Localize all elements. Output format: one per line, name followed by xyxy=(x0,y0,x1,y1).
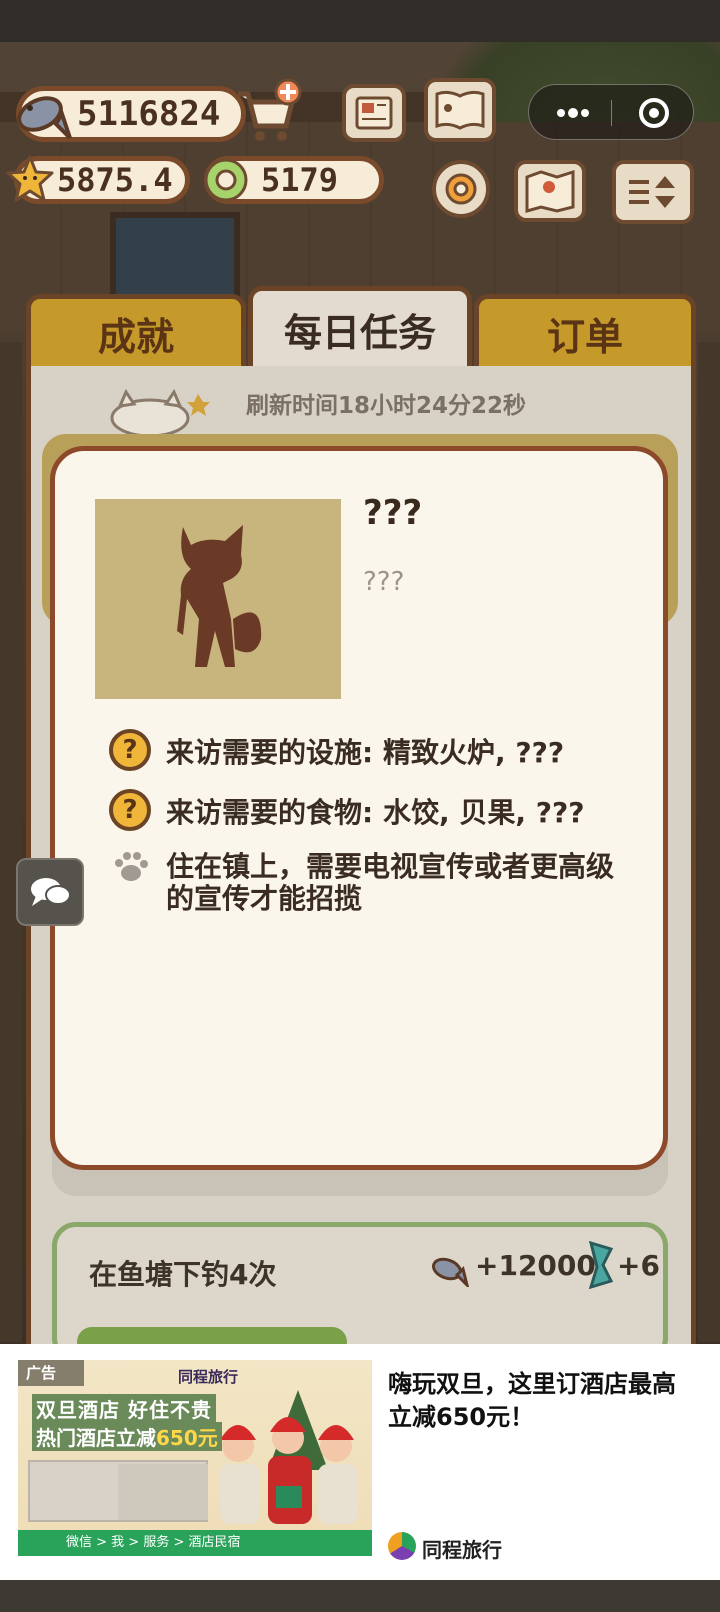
gem-reward-amount: +6 xyxy=(617,1249,660,1282)
food-requirement-text: 来访需要的食物: 水饺, 贝果, ??? xyxy=(166,796,585,829)
gem-reward-icon xyxy=(588,1241,614,1289)
fox-silhouette-icon xyxy=(177,525,262,667)
chat-button[interactable] xyxy=(16,858,84,926)
chat-bubbles-icon xyxy=(31,878,71,906)
shop-cart-button[interactable] xyxy=(232,76,302,146)
cat-handbook-button[interactable] xyxy=(424,78,496,142)
task-card[interactable]: 在鱼塘下钓4次 +12000 +6 xyxy=(52,1222,668,1362)
fish-reward-icon xyxy=(431,1257,469,1287)
fish-count: 5116824 xyxy=(77,94,221,134)
refresh-timer-row: 刷新时间18小时24分22秒 xyxy=(100,382,600,438)
tab-orders[interactable]: 订单 xyxy=(474,294,696,368)
task-title: 在鱼塘下钓4次 xyxy=(89,1258,277,1291)
star-count: 5875.4 xyxy=(57,161,173,199)
ring-count: 5179 xyxy=(261,161,339,199)
sort-icon xyxy=(629,176,675,208)
ad-hotel-room-image-2 xyxy=(118,1464,208,1520)
more-icon[interactable] xyxy=(551,95,595,131)
ad-banner[interactable]: 广告 同程旅行 双旦酒店 好住不贵 热门酒店立减650元 微信 > 我 > 服务… xyxy=(0,1344,720,1580)
advertiser-logo-icon xyxy=(388,1532,416,1560)
visitor-portrait xyxy=(95,499,341,699)
ad-headline-2: 热门酒店立减650元 xyxy=(32,1422,222,1451)
map-icon xyxy=(525,169,575,213)
visitor-subtitle: ??? xyxy=(363,567,405,597)
settings-button[interactable] xyxy=(432,160,490,218)
sort-panel-button[interactable] xyxy=(612,160,694,224)
ad-headline-1: 双旦酒店 好住不贵 xyxy=(32,1394,216,1423)
tab-achievements[interactable]: 成就 xyxy=(26,294,246,368)
ad-headline-2-prefix: 热门酒店立减 xyxy=(36,1426,156,1450)
paw-icon xyxy=(115,852,148,881)
lifebuoy-icon xyxy=(204,158,248,202)
ad-path-bar: 微信 > 我 > 服务 > 酒店民宿 xyxy=(18,1530,372,1556)
advertiser-name[interactable]: 同程旅行 xyxy=(422,1534,502,1563)
ad-label[interactable]: 广告 xyxy=(18,1360,84,1386)
ad-title[interactable]: 嗨玩双旦，这里订酒店最高立减650元！ xyxy=(388,1368,698,1434)
miniprogram-capsule xyxy=(528,84,694,140)
sleeping-cat-icon xyxy=(110,388,210,438)
visitor-name: ??? xyxy=(363,493,423,533)
ad-family-photo xyxy=(220,1390,358,1524)
newspaper-icon xyxy=(355,96,393,130)
star-icon xyxy=(6,155,54,202)
map-button[interactable] xyxy=(514,160,586,222)
panel-tabs: 成就 每日任务 订单 xyxy=(26,286,696,368)
ad-headline-2-amount: 650元 xyxy=(156,1426,218,1450)
ad-image[interactable]: 广告 同程旅行 双旦酒店 好住不贵 热门酒店立减650元 微信 > 我 > 服务… xyxy=(18,1360,372,1556)
capsule-divider xyxy=(611,100,612,126)
close-miniprogram-icon[interactable] xyxy=(632,95,676,131)
newspaper-button[interactable] xyxy=(342,84,406,142)
tab-daily-tasks[interactable]: 每日任务 xyxy=(248,286,472,368)
gear-icon xyxy=(445,173,477,205)
refresh-timer-text: 刷新时间18小时24分22秒 xyxy=(246,393,527,419)
question-badge-icon: ? xyxy=(109,729,151,771)
ad-brand-small: 同程旅行 xyxy=(178,1368,239,1386)
recruit-note: 住在镇上，需要电视宣传或者更高级的宣传才能招揽 xyxy=(166,850,615,915)
bottom-strip xyxy=(0,1580,720,1612)
fish-icon xyxy=(17,96,72,140)
visitor-info-modal[interactable]: ??? ??? ? 来访需要的设施: 精致火炉, ??? ? 来访需要的食物: … xyxy=(50,446,668,1170)
question-badge-icon: ? xyxy=(109,789,151,831)
paw-book-icon xyxy=(435,90,485,130)
facility-requirement-text: 来访需要的设施: 精致火炉, ??? xyxy=(166,736,565,769)
